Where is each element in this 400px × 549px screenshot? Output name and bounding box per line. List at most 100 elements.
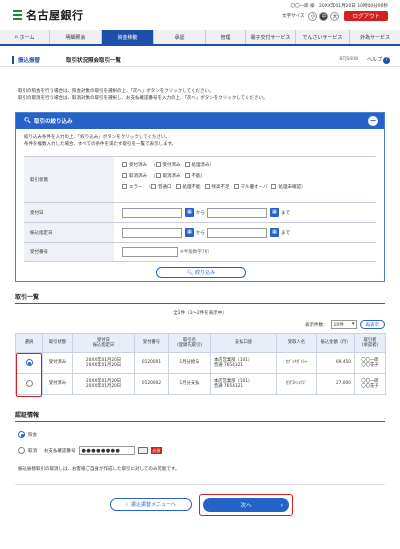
per-page-label: 表示件数：: [305, 322, 328, 328]
accept-date-to-input[interactable]: [207, 207, 267, 218]
row-user: 〇〇一郎 〇〇花子: [354, 352, 386, 374]
row-select-radio[interactable]: [25, 359, 33, 367]
calendar-icon[interactable]: ▦: [185, 208, 194, 217]
calendar-icon[interactable]: ▦: [185, 228, 194, 237]
nav-admin[interactable]: 管理: [206, 30, 246, 44]
redisplay-button[interactable]: 再表示: [359, 320, 385, 329]
auth-section-title: 認証情報: [15, 410, 385, 422]
status-checkbox[interactable]: 処理未確認）: [271, 184, 305, 190]
nav-approval[interactable]: 承認: [154, 30, 206, 44]
next-label: 次へ: [240, 503, 252, 509]
filter-desc-2: 条件を複数入力した場合、すべての条件を満たす取引を一覧で表示します。: [24, 141, 177, 147]
status-checkbox[interactable]: 受付済み: [122, 162, 147, 168]
to-label: まで: [281, 230, 290, 236]
filter-search-button[interactable]: 🔍︎ 絞り込み: [156, 267, 246, 278]
table-row[interactable]: 受付済み 20XX年01月20日 20XX年01月20日 0120001 1月分給…: [15, 352, 386, 374]
calendar-icon[interactable]: ▦: [270, 228, 279, 237]
calendar-icon[interactable]: ▦: [270, 208, 279, 217]
status-checkbox[interactable]: 不能）: [184, 173, 205, 179]
row-user: 〇〇一郎 〇〇花子: [354, 373, 386, 395]
font-size-large-button[interactable]: 大: [330, 11, 340, 21]
auth-option-none[interactable]: 照会: [18, 431, 37, 438]
status-checkbox[interactable]: 処理不能: [175, 184, 201, 190]
status-checkbox[interactable]: マル優オーバ: [233, 184, 267, 190]
transfer-date-from-input[interactable]: [122, 227, 182, 238]
row-name: 1月分給与: [168, 352, 211, 374]
filter-description: 絞り込み条件を入力の上、「絞り込み」ボタンをクリックしてください。 条件を複数入…: [16, 129, 384, 157]
accept-date-from-input[interactable]: [122, 207, 182, 218]
list-section-title: 取引一覧: [15, 292, 385, 304]
transfer-date-to-input[interactable]: [207, 227, 267, 238]
status-checkbox[interactable]: （普通口: [147, 184, 172, 190]
font-size-label: 文字サイズ: [282, 14, 305, 19]
next-button[interactable]: 次へ ›: [203, 498, 289, 512]
result-count: 全2件（1〜2件を表示中）: [173, 311, 227, 316]
col-dates: 受付日 振込指定日: [72, 333, 135, 353]
status-checkbox[interactable]: 残高不足: [204, 184, 230, 190]
title-bar: 振込振替 取引状況照会取引一覧 BTJS008 ヘルプ?: [0, 52, 400, 67]
auth-option-cancel-label: 取消: [28, 448, 37, 454]
intro-text: 取引の照会を行う場合は、照会対象の取引を選択の上、「次へ」ボタンをクリックしてく…: [18, 88, 388, 102]
nav-transfer[interactable]: 資金移動: [102, 30, 154, 44]
filter-search-label: 絞り込み: [195, 270, 216, 276]
collapse-icon[interactable]: −: [368, 116, 378, 126]
status-label: 取引状態: [24, 157, 114, 202]
nav-statement[interactable]: 明細照会: [50, 30, 102, 44]
row-accept-no: 0120002: [134, 373, 169, 395]
row-status: 受付済み: [42, 373, 73, 395]
row-accept-no: 0120001: [134, 352, 169, 374]
nav-forex[interactable]: 外為サービス: [350, 30, 400, 44]
filter-header[interactable]: 🔍︎ 取引の絞り込み −: [16, 113, 384, 129]
row-amount: 69,450: [316, 352, 355, 374]
status-checkbox[interactable]: （受付済み: [151, 162, 181, 168]
accept-date-row: 受付日 ▦ から ▦ まで: [24, 202, 376, 222]
row-dates: 20XX年01月20日 20XX年01月20日: [72, 373, 135, 395]
col-payee: 受取人名: [276, 333, 317, 353]
status-checkbox[interactable]: エラー: [122, 184, 143, 190]
required-badge: 必須: [150, 447, 163, 454]
software-keyboard-icon[interactable]: [137, 447, 148, 454]
nav-home[interactable]: ⌂ ホーム: [0, 30, 50, 44]
row-account: 本店営業部（101） 普通 7654321: [210, 352, 277, 374]
bank-name: 名古屋銀行: [26, 9, 84, 22]
per-page-controls: 表示件数： 10件 再表示: [305, 320, 385, 329]
transaction-table: 選択 取引状態 受付日 振込指定日 受付番号 取引名 (登録先取引) 支払口座 …: [15, 333, 386, 395]
global-nav: ⌂ ホーム 明細照会 資金移動 承認 管理 電子交付サービス でんさいサービス …: [0, 30, 400, 46]
nav-e-delivery[interactable]: 電子交付サービス: [246, 30, 296, 44]
table-row[interactable]: 受付済み 20XX年01月20日 20XX年01月20日 0120002 1月分支…: [15, 373, 386, 395]
status-row: 取引状態 受付済み （受付済み 処理済み） 取消済み （取消済み 不能） エラー…: [24, 156, 376, 202]
from-label: から: [196, 210, 205, 216]
nav-densai[interactable]: でんさいサービス: [296, 30, 350, 44]
font-size-medium-button[interactable]: 中: [319, 11, 329, 21]
pw-input[interactable]: ●●●●●●●●: [78, 446, 135, 455]
status-checkbox[interactable]: 処理済み）: [184, 162, 214, 168]
filter-panel: 🔍︎ 取引の絞り込み − 絞り込み条件を入力の上、「絞り込み」ボタンをクリックし…: [15, 112, 385, 282]
search-icon: 🔍︎: [24, 118, 31, 124]
row-status: 受付済み: [42, 352, 73, 374]
accept-no-hint: ※半角数字7桁: [180, 250, 210, 255]
table-header-row: 選択 取引状態 受付日 振込指定日 受付番号 取引名 (登録先取引) 支払口座 …: [15, 333, 386, 353]
row-select-radio[interactable]: [25, 380, 33, 388]
auth-note: 振込振替取引の取消しは、お客様ご自身が作成した取引に対してのみ可能です。: [18, 467, 180, 472]
row-dates: 20XX年01月20日 20XX年01月20日: [72, 352, 135, 374]
auth-radio-cancel[interactable]: [18, 447, 25, 454]
auth-radio-none[interactable]: [18, 431, 25, 438]
status-checkbox[interactable]: （取消済み: [151, 173, 181, 179]
help-link[interactable]: ヘルプ?: [367, 56, 390, 64]
accept-no-input[interactable]: [122, 247, 178, 257]
row-payee: ｶﾌﾞｼｷｶﾞｲｼｬ: [276, 352, 317, 374]
logout-button[interactable]: ログアウト: [344, 11, 388, 21]
col-select: 選択: [15, 333, 43, 353]
auth-option-cancel[interactable]: 取消 お支払確認番号 ●●●●●●●● 必須: [18, 446, 163, 455]
font-size-small-button[interactable]: 小: [308, 11, 318, 21]
transfer-date-label: 振込指定日: [24, 223, 114, 242]
status-checkbox[interactable]: 取消済み: [122, 173, 147, 179]
help-label: ヘルプ: [366, 57, 382, 63]
back-to-menu-button[interactable]: ‹ 振込振替メニューへ: [110, 498, 192, 511]
to-label: まで: [281, 210, 290, 216]
bank-logo-icon: [12, 9, 23, 21]
bank-logo[interactable]: 名古屋銀行: [12, 7, 84, 23]
per-page-select[interactable]: 10件: [330, 320, 357, 329]
intro-line-2: 取引の取消を行う場合は、取消対象の取引を選択し、お支払確認番号を入力の上、「次へ…: [18, 96, 268, 101]
row-payee: ｶ)ﾃｽﾄｼｮｳｼﾞ: [276, 373, 317, 395]
